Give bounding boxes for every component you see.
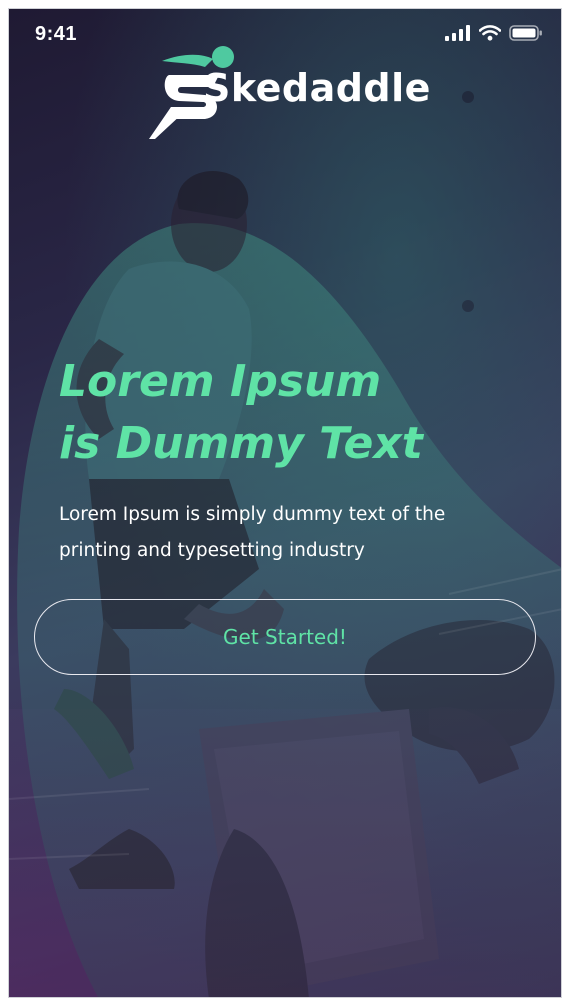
battery-icon	[509, 25, 542, 41]
skedaddle-logo: Skedaddle	[147, 43, 437, 143]
status-icons	[445, 25, 543, 41]
signal-icon	[445, 25, 470, 41]
hero-subtext: Lorem Ipsum is simply dummy text of the …	[59, 504, 446, 561]
hero-headline-line2: is Dummy Text	[59, 418, 423, 469]
wifi-icon	[479, 25, 501, 41]
hero-headline: Lorem Ipsum is Dummy Text	[59, 351, 529, 475]
get-started-button[interactable]: Get Started!	[34, 599, 536, 675]
brand-name: Skedaddle	[203, 66, 431, 110]
wall-dot	[462, 91, 474, 103]
status-time: 9:41	[35, 23, 78, 45]
app-screen: 9:41 Skedaddle Lorem Ipsum is Dummy Text…	[8, 8, 562, 998]
hero-headline-line1: Lorem Ipsum	[59, 356, 382, 407]
wall-dot	[462, 300, 474, 312]
get-started-label: Get Started!	[223, 625, 347, 649]
